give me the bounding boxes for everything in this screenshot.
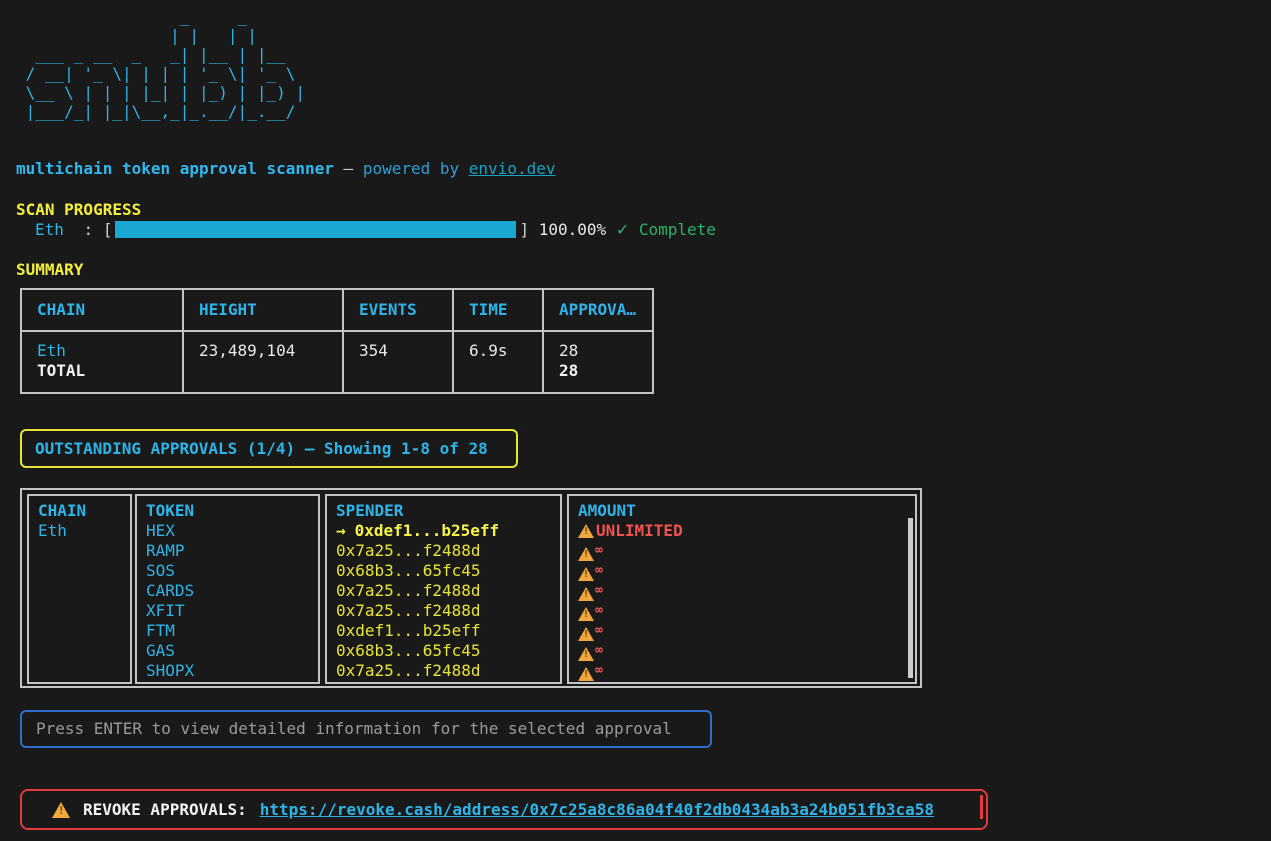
tagline: multichain token approval scanner — powe… xyxy=(16,159,555,178)
warning-icon xyxy=(578,587,594,601)
warning-icon xyxy=(578,547,594,561)
progress-percent: 100.00% xyxy=(539,220,606,239)
summary-heading: SUMMARY xyxy=(16,260,83,279)
warning-icon xyxy=(578,667,594,681)
summary-events-cell: 354 xyxy=(343,331,453,393)
amount-cell[interactable]: ∞ xyxy=(578,621,915,641)
spender-cell[interactable]: 0x7a25...f2488d xyxy=(336,541,560,561)
summary-events-value: 354 xyxy=(359,341,452,361)
spender-address: 0xdef1...b25eff xyxy=(355,521,500,540)
amount-value: ∞ xyxy=(595,583,603,598)
amount-value: ∞ xyxy=(595,603,603,618)
spender-cell[interactable]: 0x68b3...65fc45 xyxy=(336,561,560,581)
scan-progress-heading: SCAN PROGRESS xyxy=(16,200,141,219)
terminal-screen: _ _ | | | | ___ _ __ _ _| |__ | |__ / __… xyxy=(0,0,1271,841)
token-cell[interactable]: SHOPX xyxy=(146,661,318,681)
summary-col-time: TIME xyxy=(453,289,543,331)
powered-by-label: powered by xyxy=(363,159,459,178)
revoke-label: REVOKE APPROVALS: xyxy=(83,800,247,819)
tagline-dash: — xyxy=(344,159,354,178)
amount-value: UNLIMITED xyxy=(596,521,683,540)
amount-cell[interactable]: ∞ xyxy=(578,641,915,661)
token-cell[interactable]: FTM xyxy=(146,621,318,641)
revoke-box: REVOKE APPROVALS: https://revoke.cash/ad… xyxy=(20,789,988,830)
summary-total-label: TOTAL xyxy=(37,361,182,381)
summary-col-events: EVENTS xyxy=(343,289,453,331)
progress-bracket-close: ] xyxy=(519,220,529,239)
warning-icon xyxy=(578,647,594,661)
selected-arrow-icon: → xyxy=(336,521,346,540)
approvals-banner: OUTSTANDING APPROVALS (1/4) — Showing 1-… xyxy=(20,429,518,468)
amount-value: ∞ xyxy=(595,623,603,638)
approvals-col-chain-header: CHAIN xyxy=(38,501,130,521)
amount-value: ∞ xyxy=(595,643,603,658)
app-title: multichain token approval scanner xyxy=(16,159,334,178)
amount-value: ∞ xyxy=(595,563,603,578)
amount-value: ∞ xyxy=(595,663,603,678)
token-cell[interactable]: GAS xyxy=(146,641,318,661)
progress-bracket-open: [ xyxy=(103,220,113,239)
progress-chain-label: Eth xyxy=(35,220,64,239)
amount-cell[interactable]: ∞ xyxy=(578,601,915,621)
token-cell[interactable]: SOS xyxy=(146,561,318,581)
amount-cell[interactable]: ∞ xyxy=(578,661,915,681)
token-cell[interactable]: CARDS xyxy=(146,581,318,601)
warning-icon xyxy=(52,802,70,818)
scrollbar-thumb[interactable] xyxy=(908,518,913,678)
warning-icon xyxy=(578,627,594,641)
warning-icon xyxy=(578,524,594,538)
approvals-chain-column: CHAIN Eth xyxy=(27,494,132,684)
enter-hint-box: Press ENTER to view detailed information… xyxy=(20,710,712,748)
spender-cell[interactable]: 0x7a25...f2488d xyxy=(336,601,560,621)
amount-cell[interactable]: ∞ xyxy=(578,581,915,601)
check-icon: ✓ xyxy=(616,220,629,239)
token-cell[interactable]: HEX xyxy=(146,521,318,541)
summary-approvals-cell: 28 28 xyxy=(543,331,653,393)
summary-time-value: 6.9s xyxy=(469,341,542,361)
progress-separator: : xyxy=(84,220,94,239)
approvals-spender-column: SPENDER → 0xdef1...b25eff 0x7a25...f2488d… xyxy=(325,494,562,684)
revoke-link[interactable]: https://revoke.cash/address/0x7c25a8c86a… xyxy=(260,800,934,819)
summary-body-row: Eth TOTAL 23,489,104 354 6.9s 28 28 xyxy=(21,331,653,393)
summary-col-height: HEIGHT xyxy=(183,289,343,331)
approvals-col-spender-header: SPENDER xyxy=(336,501,560,521)
progress-status: Complete xyxy=(639,220,716,239)
progress-row: Eth : [] 100.00% ✓ Complete xyxy=(35,220,716,239)
spender-cell-selected[interactable]: → 0xdef1...b25eff xyxy=(336,521,560,541)
summary-height-cell: 23,489,104 xyxy=(183,331,343,393)
spender-cell[interactable]: 0xdef1...b25eff xyxy=(336,621,560,641)
envio-link[interactable]: envio.dev xyxy=(469,159,556,178)
summary-chain-cell: Eth TOTAL xyxy=(21,331,183,393)
spender-cell[interactable]: 0x7a25...f2488d xyxy=(336,581,560,601)
summary-col-approvals: APPROVA… xyxy=(543,289,653,331)
amount-cell[interactable]: UNLIMITED xyxy=(578,521,915,541)
snubb-ascii-logo: _ _ | | | | ___ _ __ _ _| |__ | |__ / __… xyxy=(16,7,305,121)
token-cell[interactable]: RAMP xyxy=(146,541,318,561)
spender-cell[interactable]: 0x7a25...f2488d xyxy=(336,661,560,681)
token-cell[interactable]: XFIT xyxy=(146,601,318,621)
amount-cell[interactable]: ∞ xyxy=(578,541,915,561)
summary-time-cell: 6.9s xyxy=(453,331,543,393)
approvals-col-token-header: TOKEN xyxy=(146,501,318,521)
approvals-token-column: TOKEN HEX RAMP SOS CARDS XFIT FTM GAS SH… xyxy=(135,494,320,684)
amount-value: ∞ xyxy=(595,543,603,558)
amount-cell[interactable]: ∞ xyxy=(578,561,915,581)
summary-chain-value: Eth xyxy=(37,341,182,361)
progress-bar-fill xyxy=(115,221,516,238)
warning-icon xyxy=(578,567,594,581)
spender-cell[interactable]: 0x68b3...65fc45 xyxy=(336,641,560,661)
summary-table: CHAIN HEIGHT EVENTS TIME APPROVA… Eth TO… xyxy=(20,288,654,394)
summary-col-chain: CHAIN xyxy=(21,289,183,331)
summary-approvals-total: 28 xyxy=(559,361,652,381)
summary-header-row: CHAIN HEIGHT EVENTS TIME APPROVA… xyxy=(21,289,653,331)
summary-height-value: 23,489,104 xyxy=(199,341,342,361)
summary-approvals-value: 28 xyxy=(559,341,652,361)
warning-icon xyxy=(578,607,594,621)
approvals-table: CHAIN Eth TOKEN HEX RAMP SOS CARDS XFIT … xyxy=(20,488,922,688)
revoke-box-tick xyxy=(980,795,983,819)
chain-cell[interactable]: Eth xyxy=(38,521,130,541)
approvals-amount-column: AMOUNT UNLIMITED ∞ ∞ ∞ ∞ ∞ ∞ ∞ xyxy=(567,494,917,684)
approvals-col-amount-header: AMOUNT xyxy=(578,501,915,521)
